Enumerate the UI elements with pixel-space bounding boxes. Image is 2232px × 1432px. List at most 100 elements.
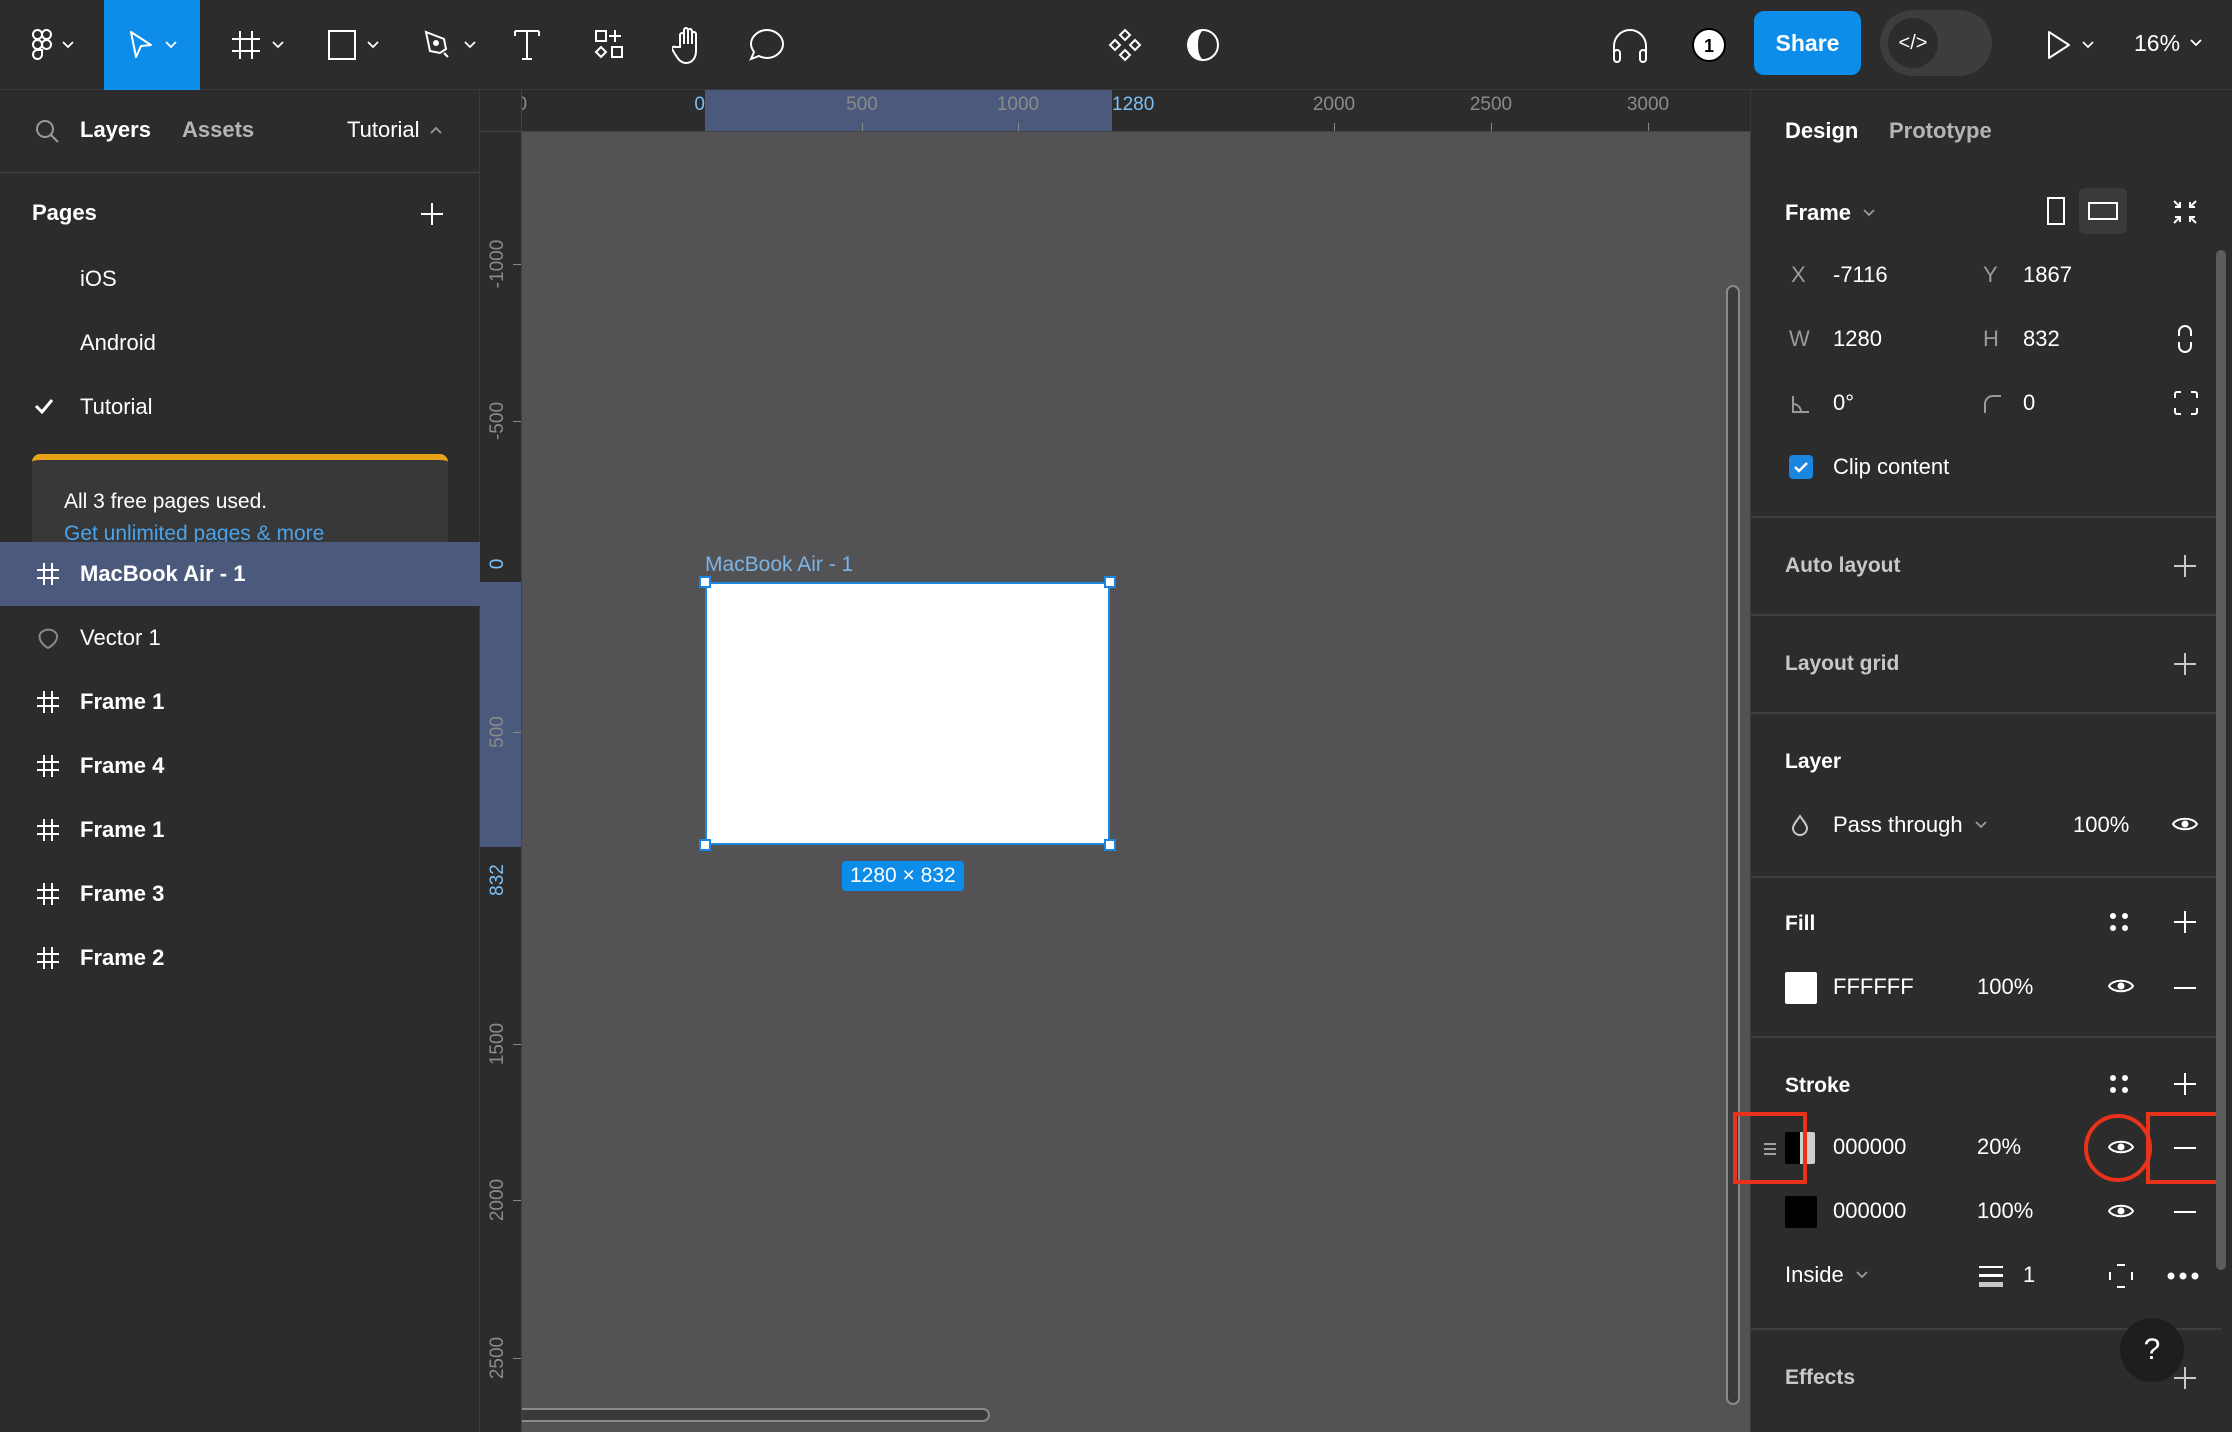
layer-row[interactable]: Frame 1 — [0, 798, 480, 862]
layer-row[interactable]: Vector 1 — [0, 606, 480, 670]
rotation-icon — [1791, 394, 1811, 414]
layer-row[interactable]: Frame 3 — [0, 862, 480, 926]
fill-opacity-input[interactable]: 100% — [1977, 974, 2033, 1000]
constrain-proportions-button[interactable] — [2177, 324, 2193, 354]
resize-to-fit-button[interactable] — [2171, 198, 2199, 226]
corner-radius-input[interactable]: 0 — [2023, 390, 2035, 416]
add-fill-button[interactable] — [2173, 910, 2197, 934]
y-input[interactable]: 1867 — [2023, 262, 2072, 288]
resize-handle-top-left[interactable] — [699, 576, 711, 588]
hand-tool-button[interactable] — [662, 0, 716, 90]
add-auto-layout-button[interactable] — [2173, 554, 2197, 578]
ruler-tick-label: 1280 — [1112, 94, 1155, 115]
ruler-tick-label: 500 — [487, 716, 508, 748]
vertical-scrollbar[interactable] — [1726, 285, 1740, 1405]
rotation-input[interactable]: 0° — [1833, 390, 1854, 416]
search-icon[interactable] — [34, 118, 60, 144]
upgrade-link[interactable]: Get unlimited pages & more — [64, 522, 324, 544]
page-item-label: iOS — [80, 266, 117, 291]
present-button[interactable] — [2030, 0, 2110, 90]
stroke-styles-button[interactable] — [2109, 1074, 2129, 1094]
frame-hash-icon — [36, 946, 60, 970]
layer-row[interactable]: Frame 1 — [0, 670, 480, 734]
independent-corners-button[interactable] — [2173, 390, 2199, 416]
remove-stroke-button[interactable] — [2173, 1210, 2197, 1214]
stroke-hex-input[interactable]: 000000 — [1833, 1198, 1906, 1224]
right-panel-scrollbar[interactable] — [2216, 250, 2226, 1270]
x-input[interactable]: -7116 — [1833, 262, 1888, 288]
user-avatar[interactable]: 1 — [1684, 0, 1734, 90]
pen-icon — [422, 29, 454, 61]
text-tool-button[interactable] — [502, 0, 552, 90]
zoom-dropdown[interactable]: 16% — [2134, 0, 2202, 86]
resize-handle-top-right[interactable] — [1104, 576, 1116, 588]
audio-button[interactable] — [1602, 0, 1658, 90]
pen-tool-button[interactable] — [414, 0, 484, 90]
chevron-down-icon — [1863, 209, 1875, 217]
tab-assets[interactable]: Assets — [182, 117, 254, 143]
main-menu-button[interactable] — [18, 0, 88, 90]
upgrade-message: All 3 free pages used. — [64, 490, 268, 513]
add-page-button[interactable] — [420, 202, 444, 226]
fill-styles-button[interactable] — [2109, 912, 2129, 932]
h-label: H — [1983, 326, 1999, 351]
blend-mode-dropdown[interactable]: Pass through — [1833, 812, 1987, 838]
share-button[interactable]: Share — [1754, 11, 1861, 75]
fill-hex-input[interactable]: FFFFFF — [1833, 974, 1914, 1000]
frame-name-label[interactable]: MacBook Air - 1 — [705, 553, 853, 577]
layer-opacity-input[interactable]: 100% — [2073, 812, 2129, 838]
help-button[interactable]: ? — [2120, 1318, 2184, 1382]
individual-strokes-button[interactable] — [2109, 1264, 2133, 1288]
horizontal-scrollbar[interactable] — [522, 1408, 990, 1422]
add-stroke-button[interactable] — [2173, 1072, 2197, 1096]
stroke-weight-input[interactable]: 1 — [2023, 1262, 2035, 1288]
frame-type-dropdown[interactable]: Frame — [1785, 200, 1875, 226]
comment-icon — [748, 27, 786, 63]
width-input[interactable]: 1280 — [1833, 326, 1882, 352]
clip-content-checkbox[interactable] — [1789, 455, 1813, 479]
blend-mode-value: Pass through — [1833, 812, 1963, 837]
layer-row[interactable]: MacBook Air - 1 — [0, 542, 480, 606]
resize-handle-bottom-left[interactable] — [699, 839, 711, 851]
height-input[interactable]: 832 — [2023, 326, 2060, 352]
user-avatar-icon: 1 — [1692, 28, 1726, 62]
right-panel: Design Prototype Frame X -7116 Y 1867 W … — [1733, 90, 2232, 1432]
fill-visibility-toggle[interactable] — [2107, 976, 2135, 996]
stroke-opacity-input[interactable]: 100% — [1977, 1198, 2033, 1224]
landscape-orientation-button[interactable] — [2079, 188, 2127, 234]
pages-header: Pages — [32, 200, 97, 225]
frame-tool-button[interactable] — [222, 0, 292, 90]
page-item[interactable]: Android — [80, 330, 156, 356]
fill-color-swatch[interactable] — [1785, 972, 1817, 1004]
page-item[interactable]: iOS — [80, 266, 117, 292]
stroke-color-swatch[interactable] — [1785, 1196, 1817, 1228]
tab-layers[interactable]: Layers — [80, 117, 151, 143]
more-stroke-options-button[interactable] — [2167, 1272, 2199, 1280]
resize-handle-bottom-right[interactable] — [1104, 839, 1116, 851]
stroke-position-dropdown[interactable]: Inside — [1785, 1262, 1868, 1288]
layer-row[interactable]: Frame 2 — [0, 926, 480, 990]
tab-prototype[interactable]: Prototype — [1889, 118, 1992, 144]
ruler-tick — [513, 1044, 521, 1045]
selected-frame[interactable] — [705, 582, 1110, 845]
stroke-hex-input[interactable]: 000000 — [1833, 1134, 1906, 1160]
theme-toggle-button[interactable] — [1176, 0, 1230, 90]
portrait-orientation-button[interactable] — [2047, 197, 2065, 225]
tab-design[interactable]: Design — [1785, 118, 1858, 144]
dev-mode-toggle[interactable]: </> — [1880, 10, 1992, 76]
shape-tool-button[interactable] — [318, 0, 388, 90]
comment-tool-button[interactable] — [740, 0, 794, 90]
page-item-current[interactable]: Tutorial — [80, 394, 153, 420]
stroke-opacity-input[interactable]: 20% — [1977, 1134, 2021, 1160]
layer-row[interactable]: Frame 4 — [0, 734, 480, 798]
resources-tool-button[interactable] — [582, 0, 636, 90]
move-tool-button[interactable] — [104, 0, 200, 90]
components-button[interactable] — [1098, 0, 1152, 90]
page-switcher[interactable]: Tutorial — [347, 117, 442, 143]
remove-fill-button[interactable] — [2173, 986, 2197, 990]
add-layout-grid-button[interactable] — [2173, 652, 2197, 676]
ruler-tick-label: 2000 — [1312, 94, 1356, 115]
layer-visibility-toggle[interactable] — [2171, 814, 2199, 834]
stroke-visibility-toggle[interactable] — [2107, 1201, 2135, 1221]
ruler-tick — [862, 123, 863, 131]
